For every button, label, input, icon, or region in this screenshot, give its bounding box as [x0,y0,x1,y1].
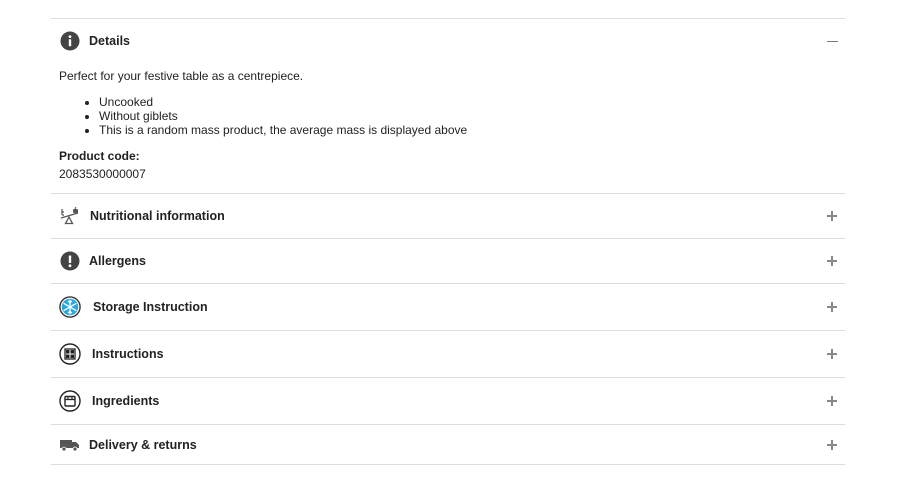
section-title: Ingredients [92,394,160,408]
details-bullet-list: Uncooked Without giblets This is a rando… [59,95,845,137]
section-title: Delivery & returns [89,437,197,452]
details-section: Details Perfect for your festive table a… [51,19,845,194]
exclamation-icon [59,250,81,272]
collapse-icon[interactable] [825,34,839,48]
instructions-header[interactable]: Instructions [51,331,845,377]
section-title: Allergens [89,254,146,268]
snowflake-icon [59,296,81,318]
truck-icon [59,434,81,456]
nutritional-information-section: Nutritional information [51,194,845,239]
expand-icon[interactable] [825,394,839,408]
delivery-returns-section: Delivery & returns [51,425,845,465]
details-title: Details [89,34,130,48]
grid-icon [59,343,81,365]
scale-icon [59,205,81,227]
product-code-label: Product code: [59,149,140,163]
details-header[interactable]: Details [51,19,845,63]
allergens-section: Allergens [51,239,845,284]
info-icon [59,30,81,52]
storage-instruction-section: Storage Instruction [51,284,845,331]
container-icon [59,390,81,412]
expand-icon[interactable] [825,209,839,223]
expand-icon[interactable] [825,300,839,314]
product-code-value: 2083530000007 [59,167,146,181]
list-item: Without giblets [99,109,845,123]
delivery-returns-header[interactable]: Delivery & returns [51,425,845,464]
details-content: Perfect for your festive table as a cent… [51,69,845,181]
product-accordion: Details Perfect for your festive table a… [51,18,845,465]
expand-icon[interactable] [825,438,839,452]
list-item: This is a random mass product, the avera… [99,123,845,137]
nutritional-information-header[interactable]: Nutritional information [51,194,845,238]
expand-icon[interactable] [825,347,839,361]
expand-icon[interactable] [825,254,839,268]
section-title: Nutritional information [90,209,225,223]
list-item: Uncooked [99,95,845,109]
product-description: Perfect for your festive table as a cent… [59,69,304,83]
ingredients-header[interactable]: Ingredients [51,378,845,424]
storage-instruction-header[interactable]: Storage Instruction [51,284,845,330]
section-title: Instructions [92,347,164,361]
instructions-section: Instructions [51,331,845,378]
section-title: Storage Instruction [93,300,208,314]
ingredients-section: Ingredients [51,378,845,425]
allergens-header[interactable]: Allergens [51,239,845,283]
